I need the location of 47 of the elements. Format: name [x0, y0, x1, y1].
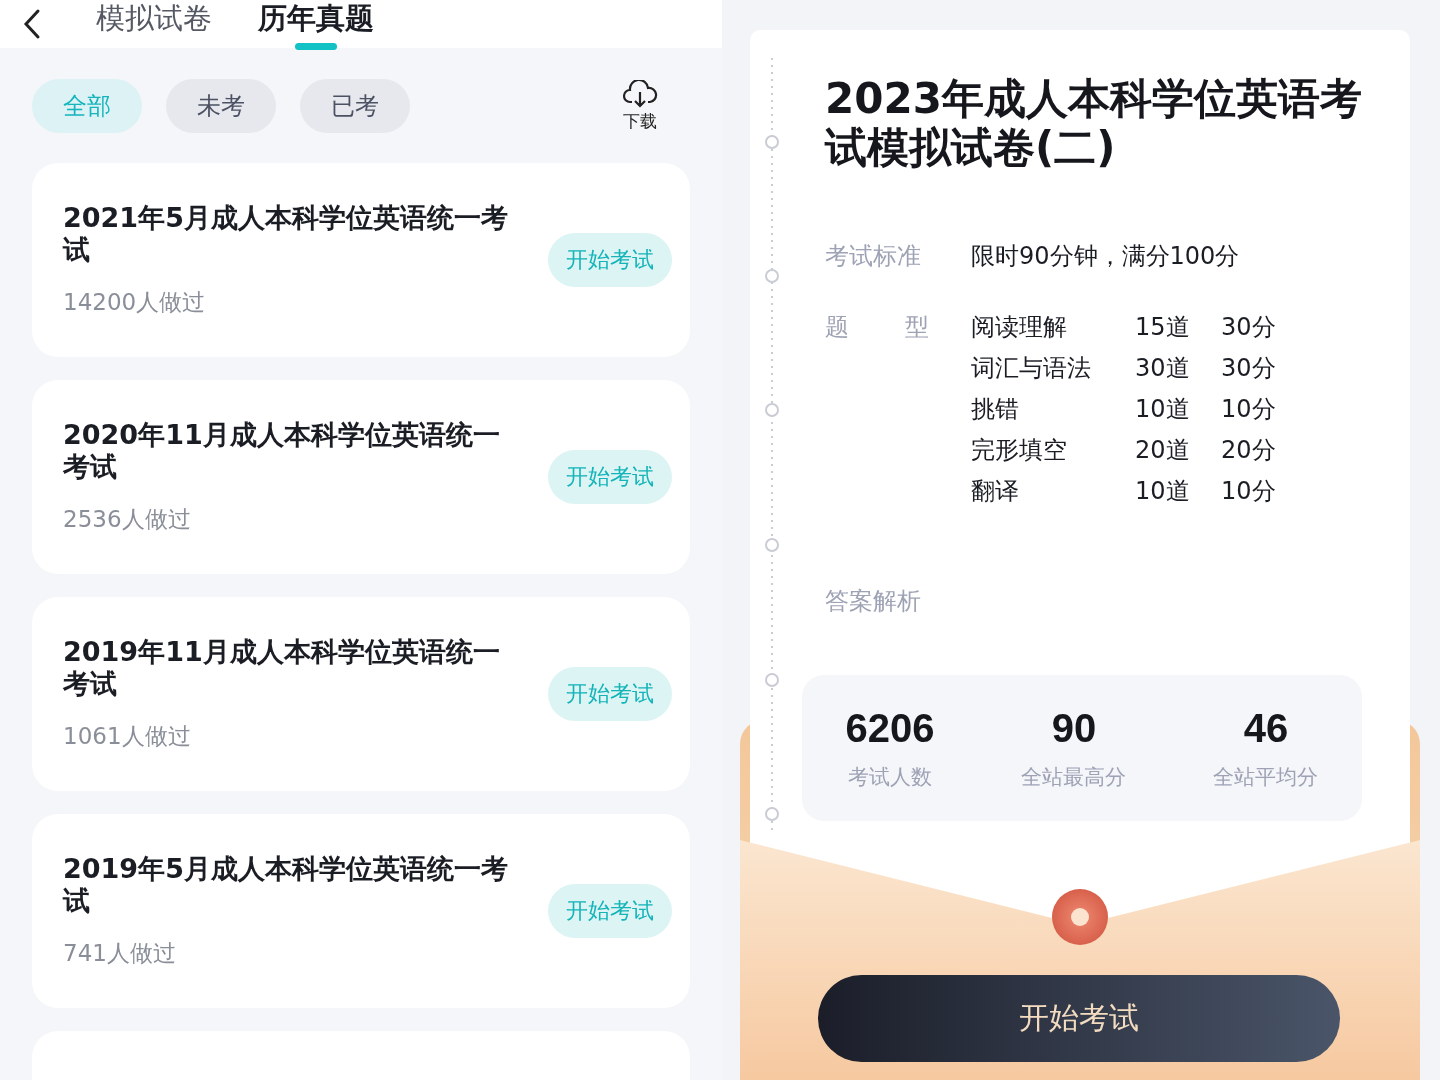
question-type: 翻译 [971, 476, 1020, 508]
question-count: 10道 [1135, 394, 1191, 426]
stat-value: 6206 [845, 705, 935, 751]
tab-indicator [295, 43, 337, 50]
question-score: 30分 [1221, 312, 1277, 344]
info-label: 答案解析 [825, 586, 922, 618]
stat-label: 全站平均分 [1213, 763, 1319, 791]
question-type: 阅读理解 [971, 312, 1068, 344]
cloud-download-icon[interactable] [622, 79, 658, 108]
question-count: 30道 [1135, 353, 1191, 385]
question-count: 15道 [1135, 312, 1191, 344]
paper-title: 2020年11月成人本科学位英语统一考试 [63, 419, 501, 482]
question-score: 20分 [1221, 435, 1277, 467]
paper-title: 2019年5月成人本科学位英语统一考试 [63, 853, 509, 916]
info-value: 限时90分钟，满分100分 [971, 241, 1241, 273]
question-score: 30分 [1221, 353, 1277, 385]
info-label: 型 [905, 312, 929, 344]
download-label[interactable]: 下载 [623, 109, 657, 133]
info-label: 题 [825, 312, 849, 344]
filter-chip[interactable]: 未考 [166, 79, 276, 133]
stat-value: 90 [1051, 705, 1097, 751]
question-score: 10分 [1221, 394, 1277, 426]
info-label: 考试标准 [825, 241, 922, 273]
attempt-count: 14200人做过 [63, 287, 207, 317]
paper-card[interactable]: 2021年5月成人本科学位英语统一考试 14200人做过 开始考试 [32, 163, 690, 357]
start-exam-button[interactable]: 开始考试 [818, 975, 1340, 1062]
paper-title: 2019年11月成人本科学位英语统一考试 [63, 636, 501, 699]
filter-chip[interactable]: 已考 [300, 79, 410, 133]
attempt-count: 2536人做过 [63, 504, 192, 534]
exam-title: 2023年成人本科学位英语考试模拟试卷(二) [825, 74, 1363, 173]
attempt-count: 741人做过 [63, 938, 177, 968]
stat-value: 46 [1243, 705, 1289, 751]
question-type: 完形填空 [971, 435, 1068, 467]
stat-label: 考试人数 [848, 763, 932, 791]
stat-label: 全站最高分 [1021, 763, 1127, 791]
tab[interactable]: 历年真题 [258, 0, 374, 36]
paper-title: 2021年5月成人本科学位英语统一考试 [63, 202, 509, 265]
question-count: 20道 [1135, 435, 1191, 467]
question-score: 10分 [1221, 476, 1277, 508]
paper-card[interactable]: 2019年5月成人本科学位英语统一考试 741人做过 开始考试 [32, 814, 690, 1008]
attempt-count: 1061人做过 [63, 721, 192, 751]
paper-card[interactable]: 2019年11月成人本科学位英语统一考试 1061人做过 开始考试 [32, 597, 690, 791]
question-type: 挑错 [971, 394, 1020, 426]
question-type: 词汇与语法 [971, 353, 1092, 385]
paper-card[interactable]: 2020年11月成人本科学位英语统一考试 2536人做过 开始考试 [32, 380, 690, 574]
tab[interactable]: 模拟试卷 [96, 0, 212, 36]
question-count: 10道 [1135, 476, 1191, 508]
